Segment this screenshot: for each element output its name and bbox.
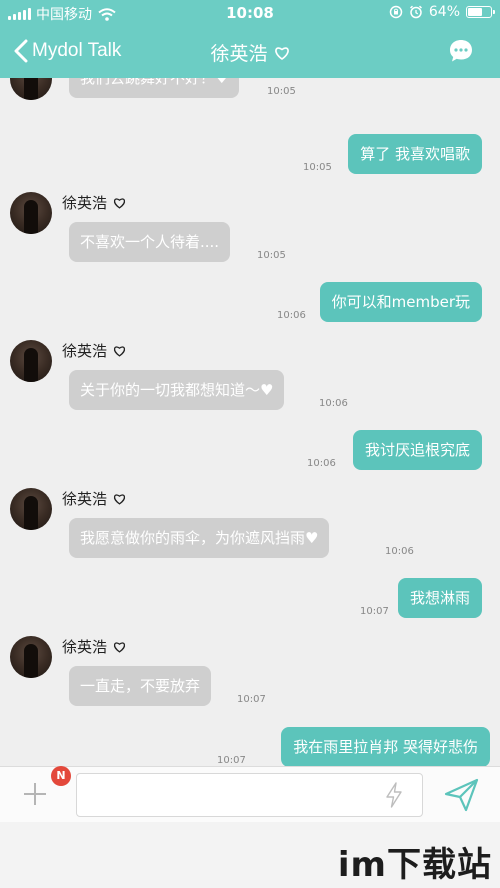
message-time: 10:07 <box>360 606 389 617</box>
status-bar: 中国移动 10:08 64% <box>0 0 500 26</box>
avatar[interactable] <box>10 636 52 678</box>
message-time: 10:07 <box>237 694 266 705</box>
battery-icon <box>466 6 495 18</box>
message-bubble[interactable]: 算了 我喜欢唱歌 <box>348 134 482 174</box>
sender-name: 徐英浩 <box>62 638 108 656</box>
send-icon <box>444 778 479 812</box>
chat-bubble-icon <box>450 40 472 62</box>
message-bubble[interactable]: 我们去跳舞好不好？♥ <box>69 78 240 98</box>
message-list[interactable]: 我们去跳舞好不好？♥ 10:05 算了 我喜欢唱歌 10:05 徐英浩 不喜欢一… <box>0 78 500 766</box>
message-bubble[interactable]: 我愿意做你的雨伞，为你遮风挡雨♥ <box>69 518 330 558</box>
bottom-area: im下载站 <box>0 822 500 888</box>
message-bubble[interactable]: 我讨厌追根究底 <box>352 430 482 470</box>
message-bubble[interactable]: 关于你的一切我都想知道～♥ <box>69 370 285 410</box>
alarm-icon <box>409 5 422 19</box>
message-time: 10:05 <box>257 250 286 261</box>
notification-badge: N <box>51 766 71 786</box>
message-time: 10:06 <box>385 546 414 557</box>
avatar[interactable] <box>10 192 52 234</box>
heart-outline-icon <box>274 46 289 60</box>
header: 中国移动 10:08 64% Mydol Talk 徐英浩 <box>0 0 500 78</box>
sender-name: 徐英浩 <box>62 342 108 360</box>
lightning-button[interactable] <box>383 782 405 808</box>
avatar[interactable] <box>10 340 52 382</box>
avatar[interactable] <box>10 78 52 100</box>
input-bar: N <box>0 766 500 822</box>
rotation-lock-icon <box>389 5 403 19</box>
lightning-icon <box>386 782 402 808</box>
plus-icon[interactable] <box>24 783 46 805</box>
message-time: 10:07 <box>217 755 246 766</box>
heart-outline-icon <box>113 345 126 357</box>
sender-name: 徐英浩 <box>62 490 108 508</box>
message-bubble[interactable]: 不喜欢一个人待着.... <box>69 222 231 262</box>
message-time: 10:06 <box>277 310 306 321</box>
heart-outline-icon <box>113 197 126 209</box>
message-time: 10:06 <box>319 398 348 409</box>
message-input[interactable] <box>76 773 423 817</box>
message-bubble[interactable]: 我想淋雨 <box>397 578 482 618</box>
nav-bar: Mydol Talk 徐英浩 <box>0 30 500 74</box>
chat-screen: 中国移动 10:08 64% Mydol Talk 徐英浩 我们去跳舞好不好？♥… <box>0 0 500 888</box>
sender-name: 徐英浩 <box>62 194 108 212</box>
heart-outline-icon <box>113 493 126 505</box>
chat-options-button[interactable] <box>448 38 474 64</box>
avatar[interactable] <box>10 488 52 530</box>
message-bubble[interactable]: 一直走，不要放弃 <box>69 666 212 706</box>
message-time: 10:05 <box>267 86 296 97</box>
watermark: im下载站 <box>337 845 492 885</box>
message-bubble[interactable]: 你可以和member玩 <box>319 282 482 322</box>
heart-outline-icon <box>113 641 126 653</box>
message-time: 10:05 <box>303 162 332 173</box>
send-button[interactable] <box>444 778 480 812</box>
message-bubble[interactable]: 我在雨里拉肖邦 哭得好悲伤 <box>281 727 490 766</box>
page-title: 徐英浩 <box>210 43 268 65</box>
message-time: 10:06 <box>307 458 336 469</box>
battery-percent: 64% <box>428 4 460 20</box>
